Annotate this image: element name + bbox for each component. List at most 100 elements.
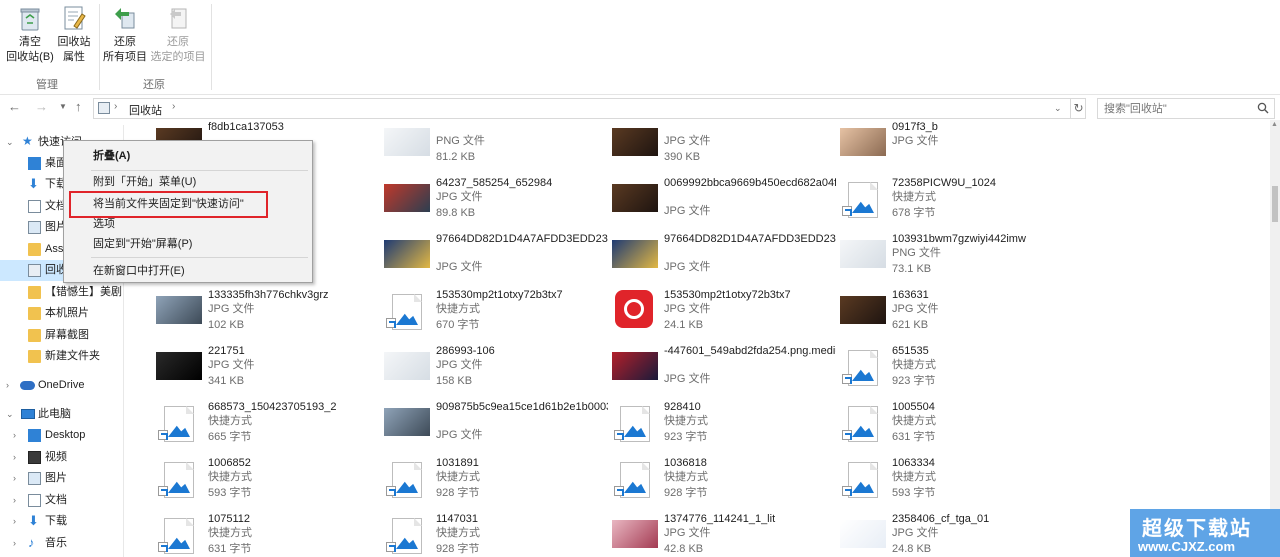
file-item[interactable]: 0069992bbca9669b450ecd682a04f492_b JPG 文件: [612, 174, 836, 226]
file-size: 621 KB: [892, 319, 929, 331]
file-item[interactable]: 64237_585254_652984 JPG 文件 89.8 KB: [384, 174, 608, 226]
search-box[interactable]: [1097, 98, 1275, 119]
sidebar-item-folder[interactable]: 【错憾生】美剧: [0, 282, 123, 303]
image-thumbnail: [840, 514, 886, 552]
chevron-right-icon[interactable]: ›: [13, 533, 16, 554]
file-item[interactable]: 928410 快捷方式 923 字节: [612, 398, 836, 450]
chevron-right-icon[interactable]: ›: [13, 490, 16, 511]
address-bar[interactable]: › 回收站 › ⌄ ↻: [93, 98, 1086, 119]
restore-selected-button[interactable]: 还原 选定的项目: [150, 4, 206, 65]
menu-item-pin-start-menu[interactable]: 附到「开始」菜单(U): [64, 172, 312, 192]
sidebar-item-new-folder[interactable]: 新建文件夹: [0, 346, 123, 367]
chevron-right-icon[interactable]: ›: [13, 447, 16, 468]
recent-dropdown-icon[interactable]: ▼: [59, 102, 67, 111]
sidebar-item-pc-pictures[interactable]: › 图片: [0, 468, 123, 489]
file-item[interactable]: JPG 文件 390 KB: [612, 120, 836, 170]
file-name: 651535: [892, 345, 929, 357]
scrollbar-thumb[interactable]: [1272, 186, 1278, 222]
image-thumbnail: [384, 122, 430, 160]
sidebar-item-videos[interactable]: › 视频: [0, 447, 123, 468]
refresh-icon[interactable]: ↻: [1070, 99, 1086, 118]
file-item[interactable]: 909875b5c9ea15ce1d61b2e1b0003af33887b2ea…: [384, 398, 608, 450]
file-size: 923 字节: [664, 431, 708, 443]
shortcut-arrow-icon: [614, 430, 624, 440]
file-item[interactable]: 153530mp2t1otxy72b3tx7 快捷方式 670 字节: [384, 286, 608, 338]
file-item[interactable]: 103931bwm7gzwiyi442imw PNG 文件 73.1 KB: [840, 230, 1064, 282]
scroll-up-icon[interactable]: ▲: [1271, 121, 1278, 128]
file-item[interactable]: 668573_150423705193_2 快捷方式 665 字节: [156, 398, 380, 450]
file-item[interactable]: 1063334 快捷方式 593 字节: [840, 454, 1064, 506]
file-item[interactable]: 133335fh3h776chkv3grz JPG 文件 102 KB: [156, 286, 380, 338]
back-arrow-icon[interactable]: ←: [8, 99, 21, 114]
sidebar-item-pc-desktop[interactable]: › Desktop: [0, 425, 123, 446]
file-item[interactable]: 97664DD82D1D4A7AFDD3EDD23C3D801F1BAB5FD8…: [384, 230, 608, 282]
menu-item-open-new-window[interactable]: 在新窗口中打开(E): [64, 261, 312, 281]
file-type: 快捷方式: [664, 415, 708, 427]
file-item[interactable]: 163631 JPG 文件 621 KB: [840, 286, 1064, 338]
file-name: 668573_150423705193_2: [208, 401, 337, 413]
restore-all-button[interactable]: 还原 所有项目: [102, 4, 148, 65]
file-name: 97664DD82D1D4A7AFDD3EDD23C3D801F1BAB5FD8…: [436, 233, 608, 245]
star-icon: ★: [22, 134, 33, 148]
menu-item-collapse[interactable]: 折叠(A): [64, 146, 312, 166]
file-item[interactable]: 72358PICW9U_1024 快捷方式 678 字节: [840, 174, 1064, 226]
file-name: f8db1ca137053: [208, 121, 284, 133]
file-item[interactable]: 1075112 快捷方式 631 字节: [156, 510, 380, 557]
chevron-down-icon[interactable]: ⌄: [6, 404, 14, 425]
file-item[interactable]: 286993-106 JPG 文件 158 KB: [384, 342, 608, 394]
forward-arrow-icon[interactable]: →: [35, 99, 48, 114]
chevron-right-icon[interactable]: ›: [13, 511, 16, 532]
breadcrumb-chevron-icon[interactable]: ›: [114, 101, 117, 112]
search-input[interactable]: [1098, 99, 1248, 118]
file-size: 665 字节: [208, 431, 252, 443]
file-item[interactable]: 651535 快捷方式 923 字节: [840, 342, 1064, 394]
chevron-down-icon[interactable]: ⌄: [6, 132, 14, 153]
file-item[interactable]: 1031891 快捷方式 928 字节: [384, 454, 608, 506]
image-shortcut-icon: [612, 458, 658, 498]
search-icon[interactable]: [1257, 102, 1269, 117]
file-item[interactable]: 0917f3_b JPG 文件: [840, 120, 1064, 170]
file-item[interactable]: 153530mp2t1otxy72b3tx7 JPG 文件 24.1 KB: [612, 286, 836, 338]
video-icon: [28, 451, 41, 464]
sidebar-item-pc-downloads[interactable]: › ⬇ 下载: [0, 511, 123, 532]
empty-recycle-bin-button[interactable]: 清空 回收站(B): [6, 4, 54, 65]
file-size: 390 KB: [664, 151, 701, 163]
chevron-right-icon[interactable]: ›: [6, 375, 9, 396]
file-name: 2358406_cf_tga_01: [892, 513, 990, 525]
file-item[interactable]: 97664DD82D1D4A7AFDD3EDD23C3D801F1BAB5FD8…: [612, 230, 836, 282]
address-dropdown-icon[interactable]: ⌄: [1054, 103, 1062, 114]
file-item[interactable]: -447601_549abd2fda254.png.medium JPG 文件: [612, 342, 836, 394]
picture-icon: [28, 472, 41, 485]
vertical-scrollbar[interactable]: ▲: [1270, 120, 1280, 557]
file-item[interactable]: PNG 文件 81.2 KB: [384, 120, 608, 170]
sidebar-item-onedrive[interactable]: › OneDrive: [0, 375, 123, 396]
file-item[interactable]: 1005504 快捷方式 631 字节: [840, 398, 1064, 450]
file-item[interactable]: 2358406_cf_tga_01 JPG 文件 24.8 KB: [840, 510, 1064, 557]
breadcrumb-chevron-icon[interactable]: ›: [172, 101, 175, 112]
shortcut-arrow-icon: [614, 486, 624, 496]
sidebar-item-local-photos[interactable]: 本机照片: [0, 303, 123, 324]
sidebar-item-music[interactable]: › ♪ 音乐: [0, 533, 123, 554]
file-item[interactable]: 1147031 快捷方式 928 字节: [384, 510, 608, 557]
chevron-right-icon[interactable]: ›: [13, 425, 16, 446]
properties-icon: [60, 4, 88, 32]
file-item[interactable]: 1006852 快捷方式 593 字节: [156, 454, 380, 506]
sidebar-item-pc-documents[interactable]: › 文档: [0, 490, 123, 511]
recycle-bin-small-icon: [98, 102, 110, 114]
image-thumbnail: [384, 346, 430, 384]
file-item[interactable]: 221751 JPG 文件 341 KB: [156, 342, 380, 394]
restore-selected-icon: [164, 4, 192, 32]
recycle-bin-icon: [16, 4, 44, 32]
sidebar-item-this-pc[interactable]: ⌄ 此电脑: [0, 404, 123, 425]
chevron-right-icon[interactable]: ›: [13, 468, 16, 489]
up-arrow-icon[interactable]: ↑: [75, 99, 82, 114]
recycle-bin-properties-button[interactable]: 回收站 属性: [56, 4, 92, 65]
shortcut-arrow-icon: [842, 374, 852, 384]
file-item[interactable]: 1036818 快捷方式 928 字节: [612, 454, 836, 506]
sidebar-item-screenshots[interactable]: 屏幕截图: [0, 325, 123, 346]
file-item[interactable]: 1374776_114241_1_lit JPG 文件 42.8 KB: [612, 510, 836, 557]
file-name: 1036818: [664, 457, 707, 469]
breadcrumb[interactable]: 回收站: [129, 102, 162, 118]
menu-item-pin-start-screen[interactable]: 固定到"开始"屏幕(P): [64, 234, 312, 254]
image-thumbnail: [384, 402, 430, 440]
